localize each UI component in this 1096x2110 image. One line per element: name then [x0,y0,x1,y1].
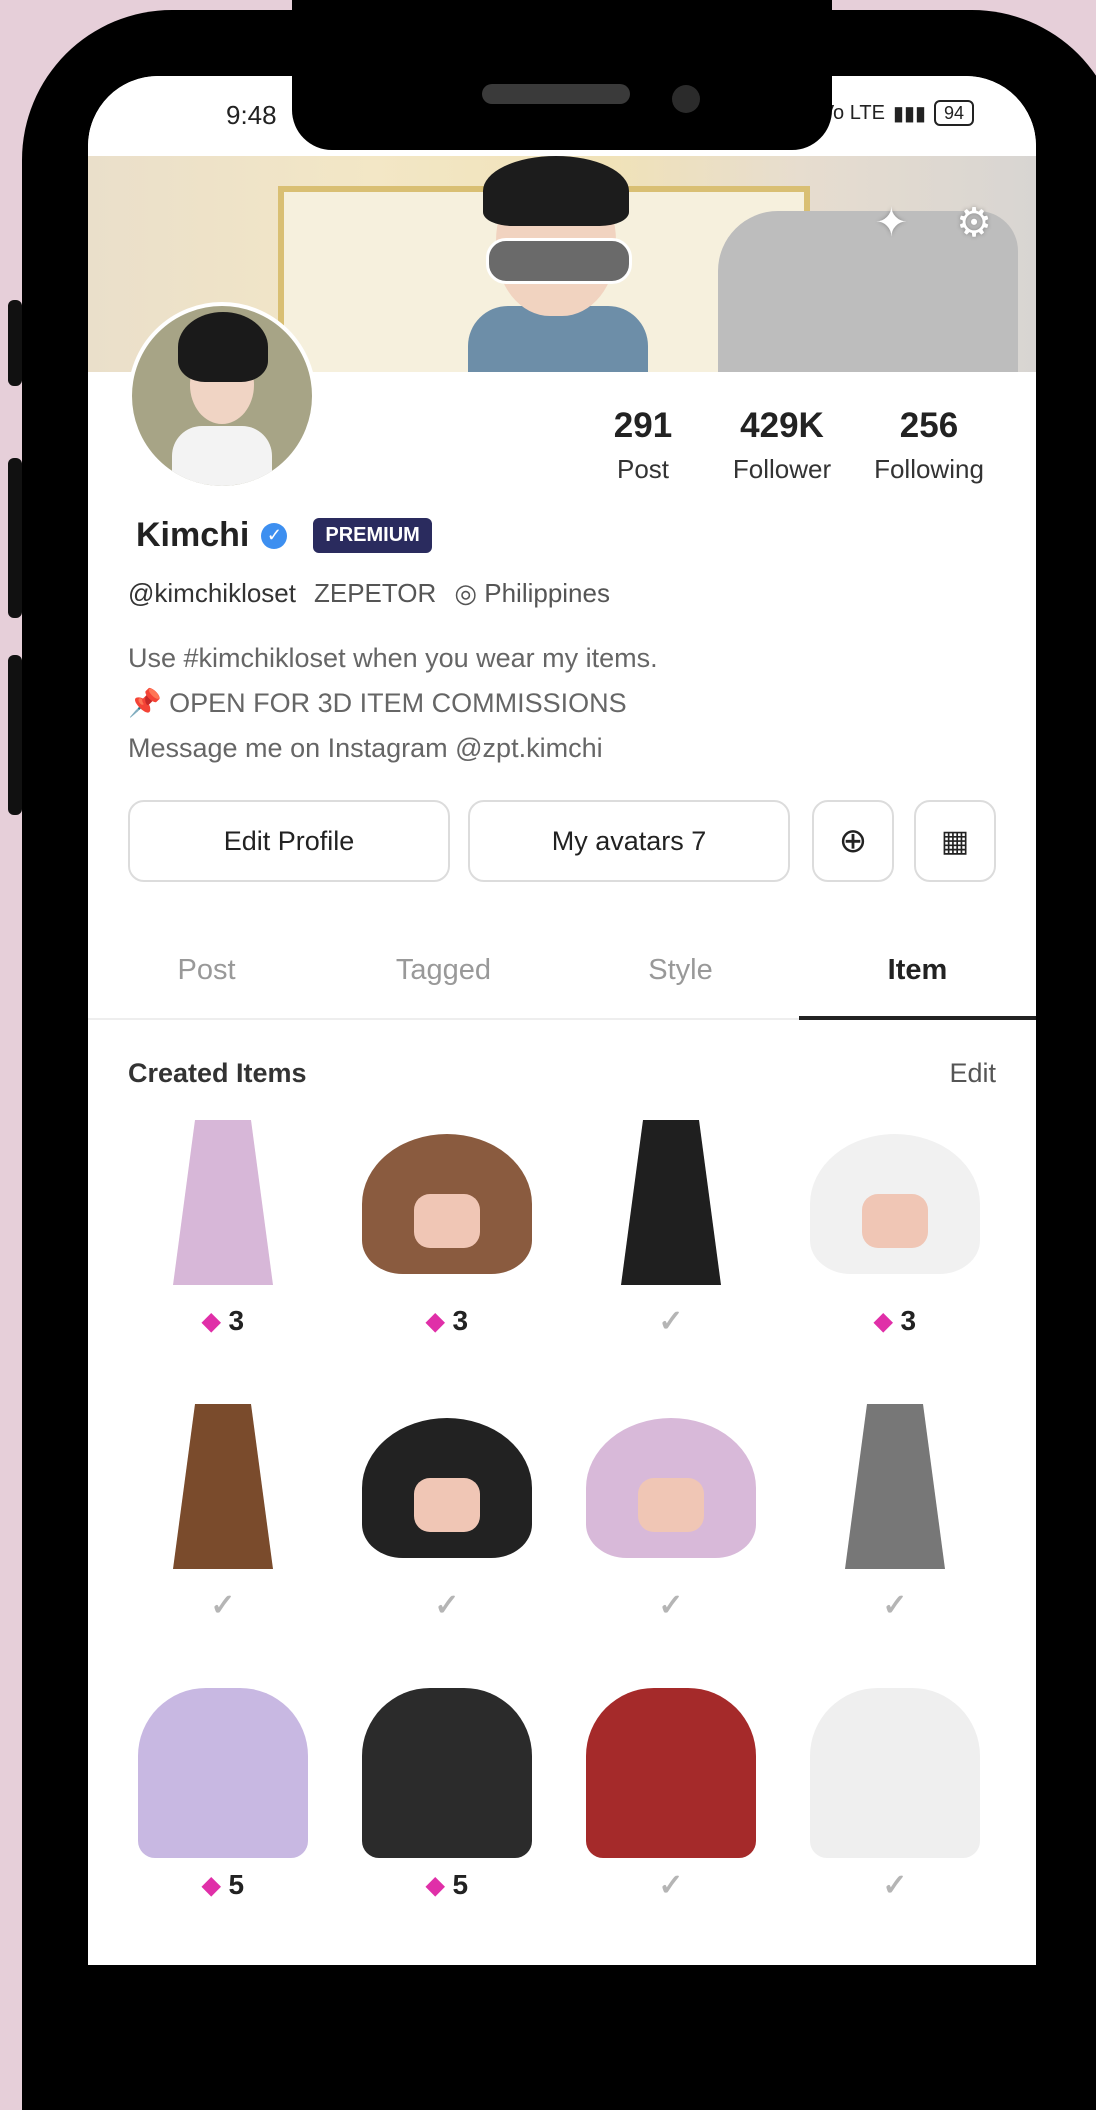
tab-tagged[interactable]: Tagged [325,936,562,1018]
tab-item[interactable]: Item [799,936,1036,1020]
stat-posts[interactable]: 291 Post [578,406,708,485]
qr-code-icon: ▦ [940,824,970,858]
item-card[interactable]: ◆ 3 [128,1110,318,1338]
created-items-header: Created Items Edit [128,1058,996,1089]
my-avatars-button[interactable]: My avatars 7 [468,800,790,882]
gem-icon: ◆ [873,1307,893,1335]
gem-icon: ◆ [201,1307,221,1335]
profile-stats: 291 Post 429K Follower 256 Following [578,406,1002,485]
item-card[interactable]: ◆ 5 [128,1674,318,1902]
item-thumbnail [352,1394,542,1574]
bio-line: Use #kimchikloset when you wear my items… [128,643,658,673]
premium-badge: PREMIUM [313,518,432,553]
item-thumbnail [800,1110,990,1290]
item-price: ◆ 3 [201,1305,245,1336]
side-button-3 [8,655,22,815]
location: ◎ Philippines [454,578,610,608]
side-button-2 [8,458,22,618]
status-time: 9:48 [226,100,277,130]
add-user-icon: ⊕ [838,822,868,860]
item-card[interactable]: ◆ 3 [352,1110,542,1338]
item-owned: ✓ [352,1588,542,1622]
item-card[interactable]: ✓ [576,1110,766,1338]
qr-code-button[interactable]: ▦ [914,800,996,882]
gem-icon: ◆ [425,1307,445,1335]
tab-post[interactable]: Post [88,936,325,1018]
tab-style[interactable]: Style [562,936,799,1018]
location-icon: ◎ [454,578,477,608]
item-owned: ✓ [128,1588,318,1622]
add-friend-button[interactable]: ⊕ [812,800,894,882]
banner-avatar-hair [483,156,629,226]
avatar-pose-icon[interactable]: ✦ [875,200,909,246]
battery-indicator: 94 [933,100,974,126]
item-thumbnail [352,1674,542,1858]
item-card[interactable]: ✓ [800,1394,990,1622]
item-card[interactable]: ✓ [576,1394,766,1622]
verified-icon: ✓ [261,522,288,549]
item-thumbnail [800,1394,990,1574]
edit-profile-button[interactable]: Edit Profile [128,800,450,882]
profile-name: Kimchi [136,516,250,554]
check-icon: ✓ [882,1868,908,1902]
profile-tabs: Post Tagged Style Item [88,936,1036,1020]
stat-following[interactable]: 256 Following [856,406,1002,485]
check-icon: ✓ [210,1588,236,1622]
profile-bio: Use #kimchikloset when you wear my items… [128,636,658,771]
item-owned: ✓ [576,1304,766,1338]
check-icon: ✓ [434,1588,460,1622]
item-card[interactable]: ◆ 3 [800,1110,990,1338]
check-icon: ✓ [658,1868,684,1902]
profile-role: ZEPETOR [313,578,437,608]
item-price: ◆ 3 [425,1305,469,1336]
check-icon: ✓ [658,1304,684,1338]
edit-items-button[interactable]: Edit [949,1058,996,1089]
item-thumbnail [576,1394,766,1574]
bio-line: Message me on Instagram @zpt.kimchi [128,733,603,763]
profile-screen: 9:48 Vo LTE ▮▮▮ 94 ✦ ⚙ 291 Post 429K Fol… [88,76,1036,1965]
item-price: ◆ 5 [425,1869,469,1900]
gear-icon[interactable]: ⚙ [956,200,992,246]
check-icon: ✓ [882,1588,908,1622]
item-owned: ✓ [800,1588,990,1622]
item-price: ◆ 3 [873,1305,917,1336]
item-owned: ✓ [576,1588,766,1622]
check-icon: ✓ [658,1588,684,1622]
item-thumbnail [800,1674,990,1858]
item-owned: ✓ [800,1868,990,1902]
item-card[interactable]: ◆ 5 [352,1674,542,1902]
stat-followers[interactable]: 429K Follower [708,406,856,485]
item-owned: ✓ [576,1868,766,1902]
gem-icon: ◆ [425,1871,445,1899]
gem-icon: ◆ [201,1871,221,1899]
section-title: Created Items [128,1058,307,1088]
profile-avatar[interactable] [128,302,316,490]
item-thumbnail [576,1674,766,1858]
bio-line: 📌 OPEN FOR 3D ITEM COMMISSIONS [128,688,627,718]
item-card[interactable]: ✓ [128,1394,318,1622]
phone-notch [292,0,832,150]
banner-actions: ✦ ⚙ [875,200,992,246]
item-thumbnail [352,1110,542,1290]
side-button-1 [8,300,22,386]
item-thumbnail [128,1394,318,1574]
item-card[interactable]: ✓ [576,1674,766,1902]
item-thumbnail [128,1110,318,1290]
item-card[interactable]: ✓ [800,1674,990,1902]
status-icons: Vo LTE ▮▮▮ 94 [821,100,974,126]
item-thumbnail [576,1110,766,1290]
item-card[interactable]: ✓ [352,1394,542,1622]
profile-meta: @kimchikloset ZEPETOR ◎ Philippines [128,578,610,609]
profile-name-row: Kimchi ✓ PREMIUM [136,516,432,555]
profile-handle: @kimchikloset [128,578,296,608]
banner-avatar-glasses [486,238,632,284]
item-thumbnail [128,1674,318,1858]
bars-icon: ▮▮▮ [892,102,926,125]
item-price: ◆ 5 [201,1869,245,1900]
